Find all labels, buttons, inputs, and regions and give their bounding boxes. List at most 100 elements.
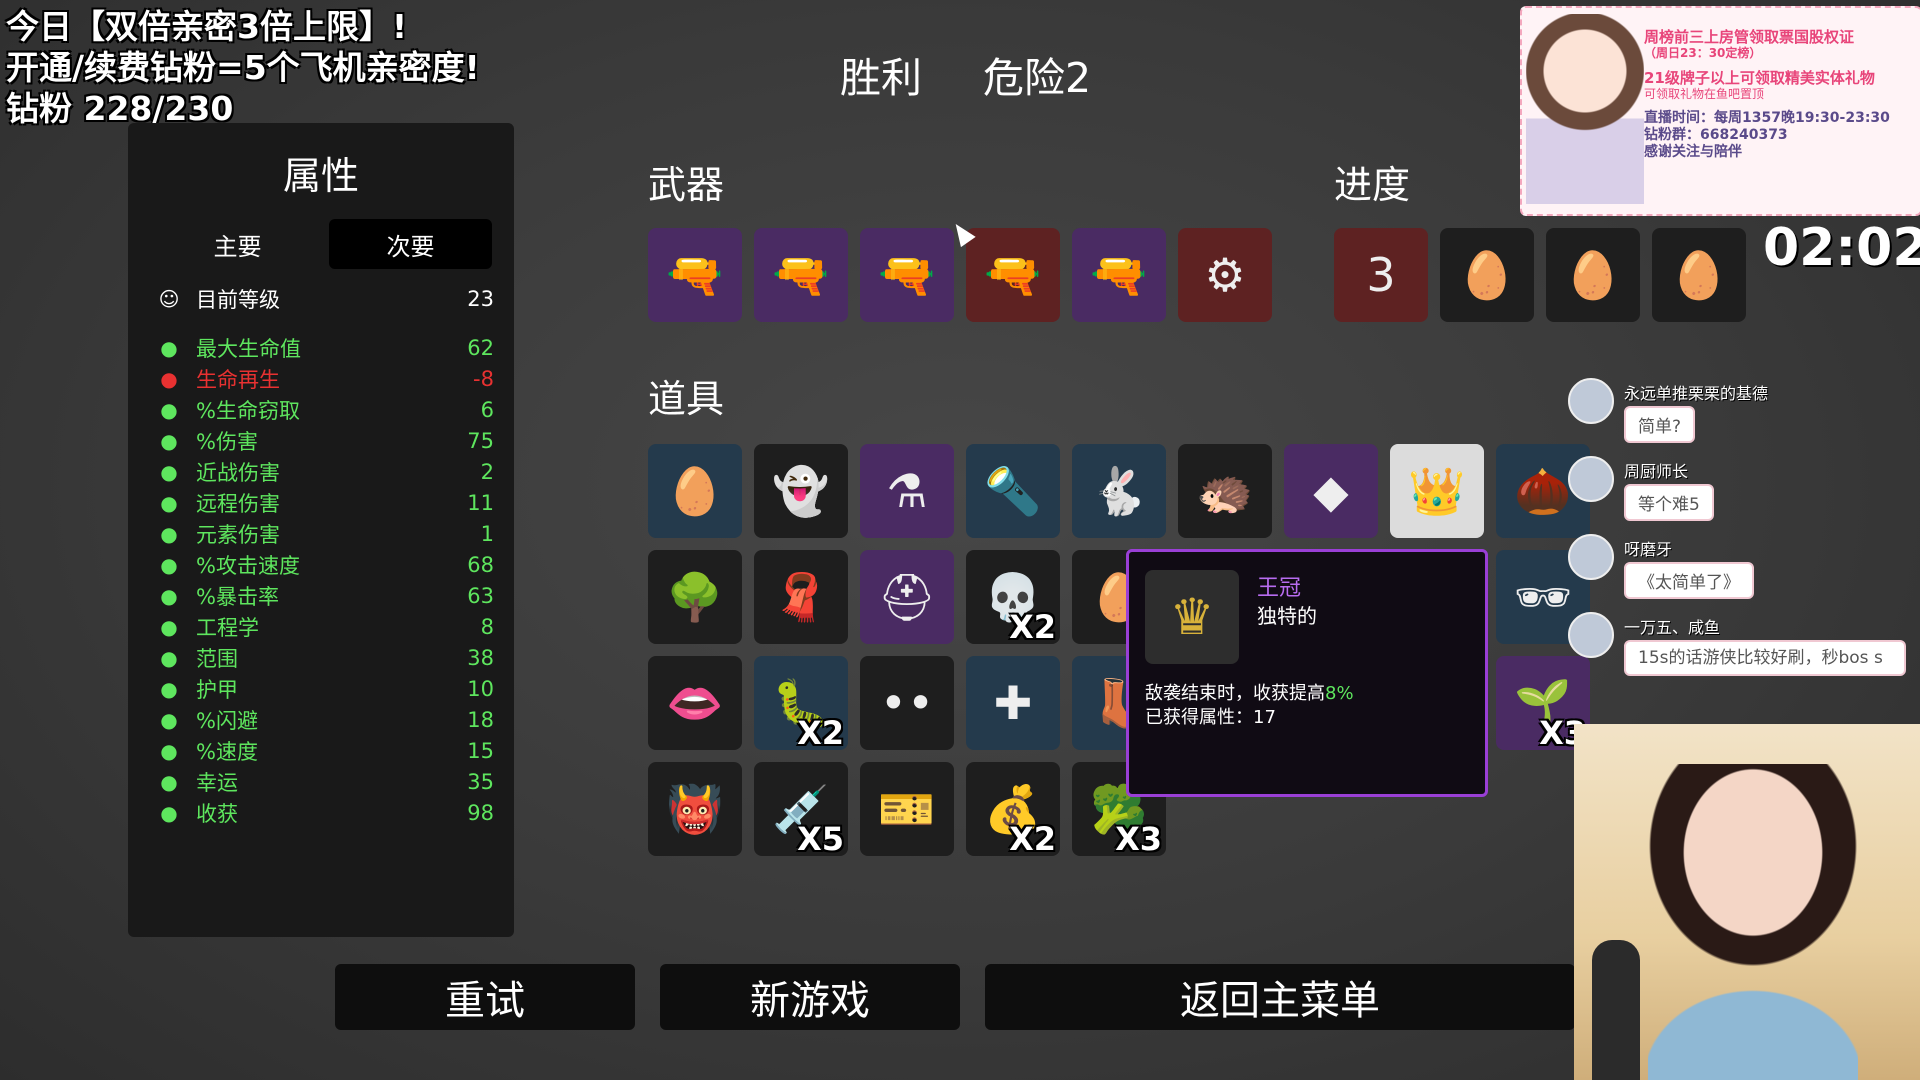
- crown-icon: ♛: [1145, 570, 1239, 664]
- webcam-feed: [1574, 724, 1920, 1080]
- sword-icon: ●: [160, 459, 178, 484]
- stat-value: -8: [473, 366, 494, 391]
- stat-row: ● 最大生命值 62: [154, 332, 494, 363]
- inventory-slot[interactable]: 🔦: [966, 444, 1060, 538]
- crystal-icon: ◆: [1313, 464, 1349, 518]
- stat-value: 23: [467, 286, 494, 311]
- banner-line-2: （周日23：30定榜）: [1644, 46, 1762, 60]
- inventory-slot[interactable]: 🥚: [648, 444, 742, 538]
- inventory-slot[interactable]: 💉 X5: [754, 762, 848, 858]
- helmet-icon: ⛑: [877, 569, 937, 624]
- stat-row: ● %生命窃取 6: [154, 394, 494, 425]
- flame-icon: ●: [160, 521, 178, 546]
- stat-value: 15: [467, 738, 494, 763]
- chat-message: 周厨师长 等个难5: [1568, 452, 1918, 530]
- inventory-slot[interactable]: 💰 X2: [966, 762, 1060, 858]
- stat-label: %伤害: [196, 429, 258, 454]
- item-tooltip: ♛ 王冠 独特的 敌袭结束时，收获提高8% 已获得属性：17: [1126, 549, 1488, 797]
- banner-text: 周榜前三上房管领取票国股权证 （周日23：30定榜） 21级牌子以上可领取精美实…: [1644, 28, 1916, 161]
- stat-label: 目前等级: [196, 287, 280, 312]
- coupon-icon: 🎫: [878, 781, 936, 836]
- stat-row: ● 生命再生 -8: [154, 363, 494, 394]
- potato-love-icon: 🥚: [1564, 247, 1622, 302]
- inventory-slot[interactable]: 🥚: [1546, 228, 1640, 322]
- main-menu-button[interactable]: 返回主菜单: [985, 964, 1575, 1030]
- inventory-slot[interactable]: ⚙: [1178, 228, 1272, 322]
- inventory-slot[interactable]: 🥚: [1652, 228, 1746, 322]
- chat-avatar: [1568, 612, 1614, 658]
- inventory-slot[interactable]: 👑: [1390, 444, 1484, 538]
- stat-value: 68: [467, 552, 494, 577]
- medkit-icon: ✚: [993, 676, 1033, 730]
- hedgehog-icon: 🦔: [1196, 463, 1254, 518]
- tooltip-item-name: 王冠: [1257, 576, 1302, 601]
- tab-primary[interactable]: 主要: [156, 219, 319, 269]
- stat-row: ● %闪避 18: [154, 704, 494, 735]
- chat-message: 一万五、咸鱼 15s的话游侠比较好刷，秒bos s: [1568, 608, 1918, 686]
- stat-label: 幸运: [196, 770, 238, 795]
- inventory-slot[interactable]: ✚: [966, 656, 1060, 750]
- stat-value: 63: [467, 583, 494, 608]
- inventory-slot[interactable]: 🦔: [1178, 444, 1272, 538]
- inventory-slot[interactable]: 👻: [754, 444, 848, 538]
- chat-avatar: [1568, 378, 1614, 424]
- microphone-icon: [1592, 940, 1640, 1080]
- tab-secondary[interactable]: 次要: [329, 219, 492, 269]
- inventory-slot[interactable]: 💀 X2: [966, 550, 1060, 646]
- monster-icon: 👹: [666, 781, 724, 836]
- fang-icon: ●: [160, 397, 178, 422]
- items-title: 道具: [648, 377, 725, 421]
- inventory-slot[interactable]: 🐇: [1072, 444, 1166, 538]
- result-label: 胜利: [840, 54, 922, 102]
- new-game-button[interactable]: 新游戏: [660, 964, 960, 1030]
- inventory-slot[interactable]: 🔫: [966, 228, 1060, 322]
- glasses-icon: 🕶: [1513, 569, 1573, 624]
- tree-icon: 🌳: [666, 569, 724, 624]
- stat-list: ☺ 目前等级 23 ● 最大生命值 62 ● 生命再生 -8 ● %生命窃取 6 ● %伤害 75 ● 近…: [154, 283, 494, 828]
- stat-value: 18: [467, 707, 494, 732]
- stat-label: 远程伤害: [196, 491, 280, 516]
- stat-label: 工程学: [196, 615, 259, 640]
- crown-icon: 👑: [1408, 463, 1466, 518]
- stats-tabs: 主要 次要: [156, 219, 492, 269]
- inventory-slot[interactable]: 👹: [648, 762, 742, 856]
- inventory-slot[interactable]: 🌳: [648, 550, 742, 644]
- stat-row: ● 元素伤害 1: [154, 518, 494, 549]
- inventory-slot[interactable]: 🧣: [754, 550, 848, 644]
- inventory-slot[interactable]: ⛑: [860, 550, 954, 644]
- range-icon: ●: [160, 645, 178, 670]
- chat-text: 15s的话游侠比较好刷，秒bos s: [1624, 640, 1906, 676]
- inventory-slot[interactable]: 🥚: [1440, 228, 1534, 322]
- inventory-slot[interactable]: 👄: [648, 656, 742, 750]
- inventory-slot[interactable]: 🎫: [860, 762, 954, 856]
- quantity-badge: X2: [797, 714, 844, 752]
- tooltip-desc-value: 8%: [1325, 683, 1354, 704]
- banner-line-3: 21级牌子以上可领取精美实体礼物: [1644, 69, 1875, 87]
- chat-username: 周厨师长: [1624, 462, 1689, 481]
- inventory-slot[interactable]: 🔫: [1072, 228, 1166, 322]
- inventory-slot[interactable]: 🔫: [754, 228, 848, 322]
- stream-banner: 周榜前三上房管领取票国股权证 （周日23：30定榜） 21级牌子以上可领取精美实…: [1520, 6, 1920, 216]
- inventory-slot[interactable]: 3: [1334, 228, 1428, 322]
- stat-label: %暴击率: [196, 584, 279, 609]
- inventory-slot[interactable]: ••: [860, 656, 954, 750]
- stat-value: 35: [467, 769, 494, 794]
- inventory-slot[interactable]: 🔫: [860, 228, 954, 322]
- eyes-icon: ••: [879, 676, 935, 730]
- retry-button[interactable]: 重试: [335, 964, 635, 1030]
- stat-row: ● %攻击速度 68: [154, 549, 494, 580]
- stat-row: ● %伤害 75: [154, 425, 494, 456]
- minigun-icon: ⚙: [1204, 248, 1246, 302]
- stat-label: 护甲: [196, 677, 238, 702]
- stat-label: 生命再生: [196, 367, 280, 392]
- inventory-slot[interactable]: ⚗: [860, 444, 954, 538]
- chat-username: 永远单推栗栗的基德: [1624, 384, 1769, 403]
- inventory-slot[interactable]: ◆: [1284, 444, 1378, 538]
- stat-row: ● 工程学 8: [154, 611, 494, 642]
- chat-message: 呀磨牙 《太简单了》: [1568, 530, 1918, 608]
- inventory-slot[interactable]: 🔫: [648, 228, 742, 322]
- inventory-slot[interactable]: 🐛 X2: [754, 656, 848, 752]
- flashlight-icon: 🔦: [984, 463, 1042, 518]
- banner-line-5: 直播时间：每周1357晚19:30-23:30: [1644, 110, 1890, 126]
- overlay-line-1: 今日【双倍亲密3倍上限】!: [6, 7, 408, 46]
